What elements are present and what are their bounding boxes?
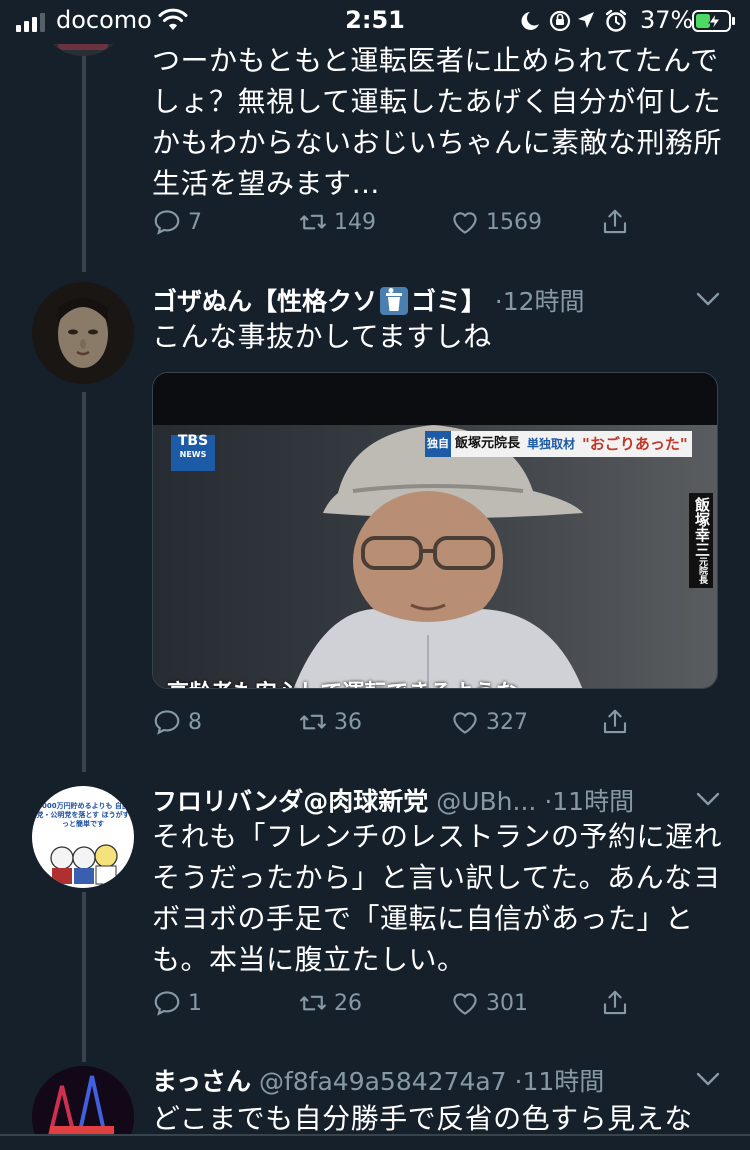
tweet-text-line: も。本当に腹立たしい。 <box>152 943 466 976</box>
reply-button[interactable]: 7 <box>152 204 202 240</box>
chevron-down-icon[interactable] <box>696 292 720 306</box>
user-handle[interactable]: @f8fa49a584274a7 <box>259 1067 507 1096</box>
tweet-text: どこまでも自分勝手で反省の色すら見えな <box>152 1098 722 1139</box>
tweet-actions: 7 149 1569 <box>152 204 642 240</box>
avatar[interactable]: 2000万円貯めるよりも 自民党・公明党を落とす ほうがずっと簡単です <box>32 786 134 888</box>
noh-mask-image <box>32 282 134 384</box>
share-button[interactable] <box>600 704 630 740</box>
name-caption: 飯塚幸三元院長 <box>689 493 713 588</box>
tweet-header: ゴザぬん【性格クソ ゴミ】 ·12時間 <box>152 282 585 318</box>
reply-count: 8 <box>188 709 202 735</box>
tweet-text-line: どこまでも自分勝手で反省の色すら見えな <box>152 1102 693 1135</box>
tweet-text-line: 生活を望みます… <box>152 167 381 200</box>
retweet-button[interactable]: 36 <box>298 704 362 740</box>
like-count: 1569 <box>486 209 542 235</box>
reply-count: 1 <box>188 990 202 1016</box>
retweet-icon <box>298 988 328 1018</box>
tbs-logo: TBS NEWS <box>177 433 209 459</box>
user-handle[interactable]: @UBh... <box>436 787 536 816</box>
thread-line <box>82 44 86 272</box>
battery-icon <box>692 10 735 32</box>
reply-icon <box>152 988 182 1018</box>
display-name[interactable]: まっさん <box>152 1067 251 1096</box>
retweet-icon <box>298 207 328 237</box>
share-icon <box>600 988 630 1018</box>
battery-percent: 37% <box>640 6 694 34</box>
thread-line <box>82 392 86 772</box>
share-icon <box>600 207 630 237</box>
tweet-text-line: こんな事抜かしてますしね <box>152 320 492 353</box>
tweet-text-line: しょ？無視して運転したあげく自分が何した <box>152 85 722 118</box>
status-icons <box>521 9 627 32</box>
like-button[interactable]: 1569 <box>450 204 542 240</box>
tweet-time[interactable]: ·11時間 <box>515 1067 605 1096</box>
alarm-icon <box>605 9 627 32</box>
screen-bottom-edge <box>0 1134 750 1150</box>
video-thumbnail[interactable]: TBS NEWS 独自 飯塚元院長 単独取材 "おごりあった" 飯塚幸三元院長 … <box>152 372 718 689</box>
retweet-count: 149 <box>334 209 376 235</box>
like-button[interactable]: 327 <box>450 704 528 740</box>
news-video-frame <box>153 373 717 688</box>
tweet-text: それも「フレンチのレストランの予約に遅れ そうだったから」と言い訳してた。あんな… <box>152 816 722 980</box>
tweet-text: つーかもともと運転医者に止められてたんで しょ？無視して運転したあげく自分が何し… <box>152 40 722 204</box>
chevron-down-icon[interactable] <box>696 1072 720 1086</box>
like-button[interactable]: 301 <box>450 985 528 1021</box>
chevron-down-icon[interactable] <box>696 792 720 806</box>
retweet-count: 26 <box>334 990 362 1016</box>
thread-line <box>82 892 86 1062</box>
reply-icon <box>152 207 182 237</box>
reply-icon <box>152 707 182 737</box>
tweet-header: フロリバンダ@肉球新党 @UBh... ·11時間 <box>152 782 634 818</box>
retweet-button[interactable]: 26 <box>298 985 362 1021</box>
moon-icon <box>521 12 539 30</box>
cat-illustration <box>50 844 118 885</box>
display-name[interactable]: ゴザぬん【性格クソ ゴミ】 <box>152 287 495 316</box>
share-icon <box>600 707 630 737</box>
tweet-text: こんな事抜かしてますしね <box>152 316 722 357</box>
retweet-icon <box>298 707 328 737</box>
tweet-time[interactable]: ·12時間 <box>495 287 585 316</box>
news-banner: 独自 飯塚元院長 単独取材 "おごりあった" <box>425 431 692 457</box>
avatar[interactable] <box>32 282 134 384</box>
like-count: 301 <box>486 990 528 1016</box>
video-subtitle: 高齢者も安心して運転できるような <box>167 675 518 688</box>
share-button[interactable] <box>600 985 630 1021</box>
tweet-text-line: つーかもともと運転医者に止められてたんで <box>152 44 719 77</box>
reply-button[interactable]: 8 <box>152 704 202 740</box>
like-icon <box>450 988 480 1018</box>
tweet-text-line: かもわからないおじいちゃんに素敵な刑務所 <box>152 126 723 159</box>
tweet-time[interactable]: ·11時間 <box>544 787 634 816</box>
retweet-count: 36 <box>334 709 362 735</box>
like-icon <box>450 207 480 237</box>
tweet-text-line: そうだったから」と言い訳してた。あんなヨ <box>152 861 722 894</box>
display-name[interactable]: フロリバンダ@肉球新党 <box>152 787 428 816</box>
like-icon <box>450 707 480 737</box>
status-bar: docomo 2:51 37% <box>0 0 750 44</box>
trash-icon <box>380 287 409 315</box>
tweet-header: まっさん @f8fa49a584274a7 ·11時間 <box>152 1062 604 1098</box>
tweet-text-line: ボヨボの手足で「運転に自信があった」と <box>152 902 694 935</box>
location-icon <box>578 12 594 28</box>
clock: 2:51 <box>345 6 405 34</box>
retweet-button[interactable]: 149 <box>298 204 376 240</box>
rotation-lock-icon <box>549 10 571 32</box>
reply-count: 7 <box>188 209 202 235</box>
tweet-text-line: それも「フレンチのレストランの予約に遅れ <box>152 820 723 853</box>
reply-button[interactable]: 1 <box>152 985 202 1021</box>
like-count: 327 <box>486 709 528 735</box>
tweet-actions: 1 26 301 <box>152 985 642 1021</box>
tweet-actions: 8 36 327 <box>152 704 642 740</box>
share-button[interactable] <box>600 204 630 240</box>
